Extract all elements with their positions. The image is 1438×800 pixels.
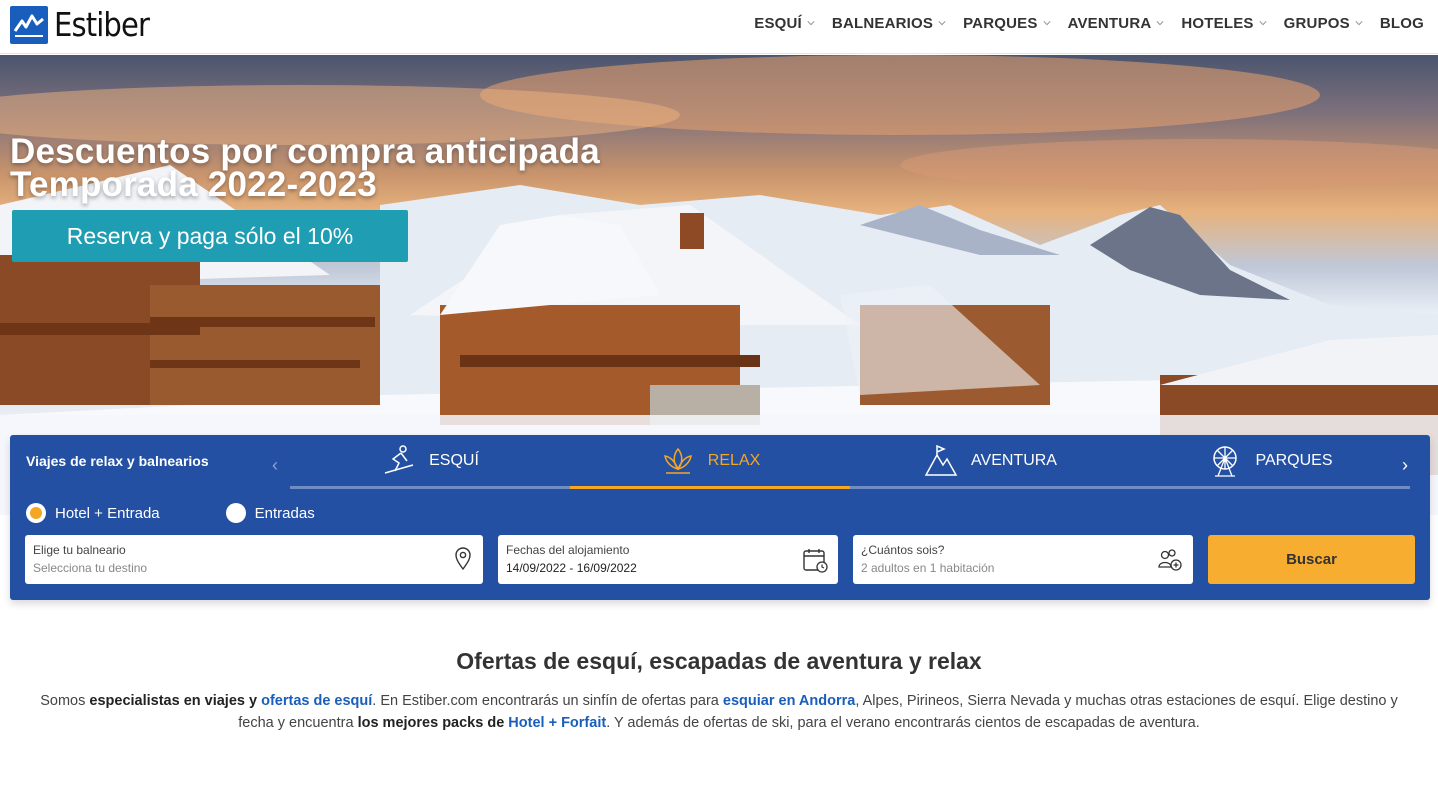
location-pin-icon [455,547,471,571]
tab-relax[interactable]: RELAX [570,435,850,489]
chevron-down-icon [807,21,815,26]
main-nav: ESQUÍ BALNEARIOS PARQUES AVENTURA HOTELE… [737,0,1424,46]
chevron-right-icon[interactable]: › [1402,455,1408,476]
nav-item-aventura[interactable]: AVENTURA [1068,15,1165,32]
intro-paragraph: Somos especialistas en viajes y ofertas … [40,693,1398,731]
booking-type-radios: Hotel + Entrada Entradas [26,503,381,523]
chevron-down-icon [1355,21,1363,26]
mountain-flag-icon [924,444,958,476]
hero-title: Descuentos por compra anticipada Tempora… [10,132,600,204]
reserve-cta-button[interactable]: Reserva y paga sólo el 10% [12,210,408,262]
radio-checked-icon [26,503,46,523]
ferris-wheel-icon [1213,445,1238,477]
chevron-down-icon [1042,21,1051,26]
link-esquiar-andorra[interactable]: esquiar en Andorra [723,693,855,709]
link-ofertas-esqui[interactable]: ofertas de esquí [261,693,372,709]
skier-icon [384,444,414,474]
panel-title: Viajes de relax y balnearios [26,453,209,469]
radio-entradas[interactable]: Entradas [225,503,315,523]
chevron-down-icon [1156,21,1164,26]
dates-field[interactable]: Fechas del alojamiento 14/09/2022 - 16/0… [498,535,838,584]
nav-item-hoteles[interactable]: HOTELES [1181,15,1267,32]
nav-item-grupos[interactable]: GRUPOS [1284,15,1363,32]
link-hotel-forfait[interactable]: Hotel + Forfait [508,715,606,731]
tab-esqui[interactable]: ESQUÍ [290,435,570,489]
site-header: Estiber ESQUÍ BALNEARIOS PARQUES AVENTUR… [0,0,1438,54]
lotus-icon [663,447,692,474]
tab-aventura[interactable]: AVENTURA [850,435,1130,489]
estiber-logo[interactable]: Estiber [10,5,162,44]
calendar-icon [803,549,828,573]
tab-parques[interactable]: PARQUES [1130,435,1410,489]
destination-field[interactable]: Elige tu balneario Selecciona tu destino [25,535,483,584]
radio-unchecked-icon [225,503,246,523]
nav-item-parques[interactable]: PARQUES [963,15,1051,32]
search-panel: Viajes de relax y balnearios ‹ ESQUÍ REL… [10,435,1430,600]
category-tabs: ESQUÍ RELAX AVENTURA PARQUES [290,435,1410,489]
chevron-down-icon [1259,21,1267,26]
chevron-left-icon[interactable]: ‹ [272,455,278,476]
search-button[interactable]: Buscar [1208,535,1415,584]
add-people-icon [1158,549,1182,571]
nav-item-blog[interactable]: BLOG [1380,15,1424,32]
section-title: Ofertas de esquí, escapadas de aventura … [456,648,982,674]
guests-field[interactable]: ¿Cuántos sois? 2 adultos en 1 habitación [853,535,1193,584]
nav-item-balnearios[interactable]: BALNEARIOS [832,15,946,32]
logo-text: Estiber [54,5,150,44]
nav-item-esqui[interactable]: ESQUÍ [754,15,815,32]
logo-mark-icon [10,5,48,44]
chevron-down-icon [938,21,946,26]
radio-hotel-entrada[interactable]: Hotel + Entrada [26,503,160,523]
